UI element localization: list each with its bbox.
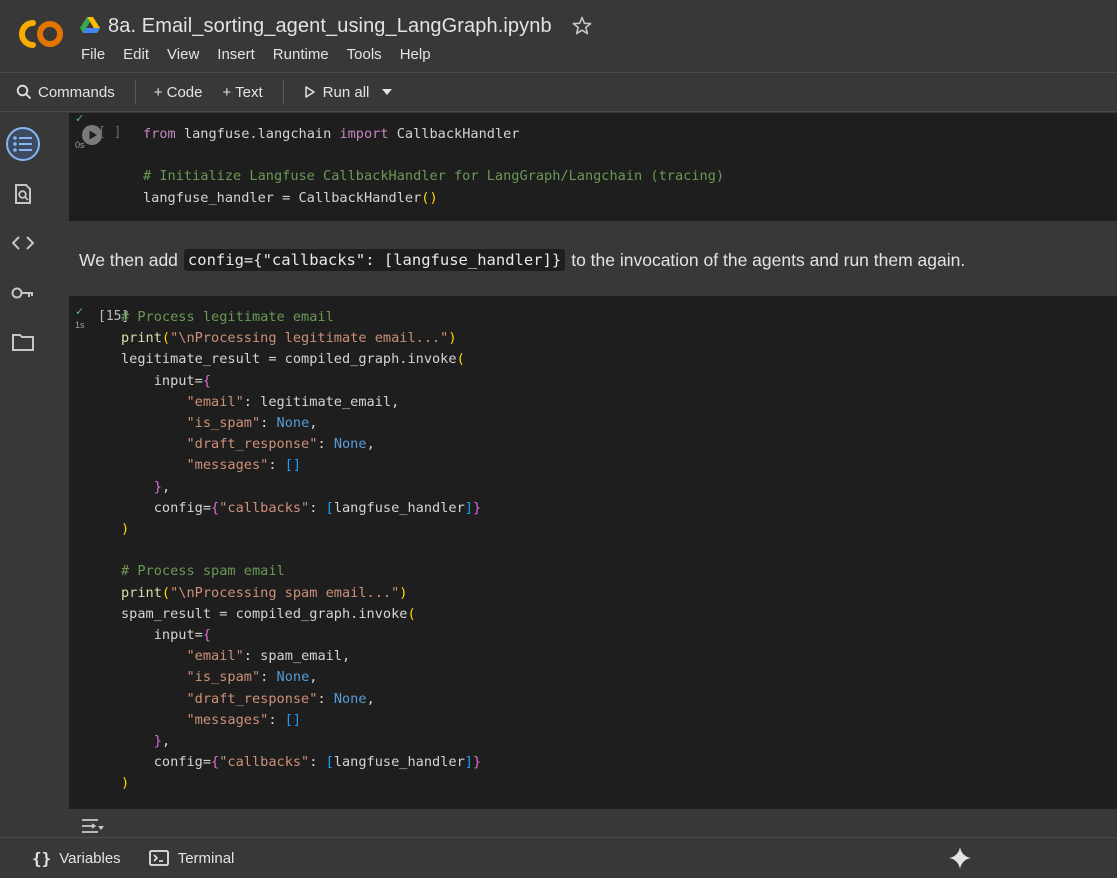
code-cell[interactable]: ✓ 0s [ ] from langfuse.langchain import … [69,113,1117,221]
add-text-label: + Text [222,83,263,101]
run-all-label: Run all [322,83,370,101]
code-editor[interactable]: # Process legitimate email print("\nProc… [121,307,481,795]
notebook-area: ✓ 0s [ ] from langfuse.langchain import … [46,113,1117,837]
play-icon [304,86,315,98]
execution-count: [ ] [98,125,122,140]
terminal-button[interactable]: Terminal [148,849,235,867]
menu-tools[interactable]: Tools [347,46,382,63]
notebook-title[interactable]: 8a. Email_sorting_agent_using_LangGraph.… [108,15,552,38]
text-before: We then add [79,249,178,270]
success-check-icon: ✓ [75,113,85,125]
key-icon [11,287,33,299]
terminal-label: Terminal [177,849,235,867]
folder-icon [12,334,34,351]
secrets-button[interactable] [6,276,40,310]
code-brackets-icon [12,236,34,250]
menu-bar: File Edit View Insert Runtime Tools Help [81,46,449,63]
table-of-contents-button[interactable] [6,127,40,161]
toolbar-divider [134,80,136,104]
commands-label: Commands [38,83,115,101]
menu-view[interactable]: View [167,46,199,63]
text-after: to the invocation of the agents and run … [571,249,966,270]
caret-down-icon [382,89,393,95]
find-in-page-icon [15,184,31,204]
code-snippets-button[interactable] [6,226,40,260]
status-bar: {} Variables Terminal [0,837,1117,878]
output-toggle-icon[interactable] [80,816,104,836]
header: 8a. Email_sorting_agent_using_LangGraph.… [0,0,1117,72]
menu-file[interactable]: File [81,46,105,63]
left-rail [0,113,46,837]
menu-insert[interactable]: Insert [217,46,255,63]
toolbar-divider [282,80,284,104]
gemini-sparkle-icon[interactable] [949,847,971,869]
menu-edit[interactable]: Edit [123,46,149,63]
run-all-button[interactable]: Run all [304,83,370,101]
code-editor[interactable]: from langfuse.langchain import CallbackH… [143,124,724,209]
code-cell[interactable]: ✓ 1s [15] # Process legitimate email pri… [69,296,1117,809]
list-icon [13,136,32,152]
add-code-button[interactable]: + Code [154,84,203,101]
success-check-icon: ✓ [75,306,85,318]
terminal-icon [148,850,169,866]
files-button[interactable] [6,325,40,359]
find-replace-button[interactable] [6,177,40,211]
variables-label: Variables [59,849,121,867]
search-icon [16,84,32,100]
variables-icon: {} [32,848,52,868]
colab-logo[interactable] [15,19,65,49]
google-drive-icon[interactable] [80,17,100,35]
text-cell[interactable]: We then add config={"callbacks": [langfu… [69,228,1117,292]
add-text-button[interactable]: + Text [223,84,263,101]
run-all-dropdown[interactable] [381,88,393,96]
add-code-label: + Code [153,83,203,101]
execution-time: 1s [75,320,85,330]
inline-code: config={"callbacks": [langfuse_handler]} [183,249,566,271]
menu-runtime[interactable]: Runtime [273,46,329,63]
star-icon[interactable] [572,16,592,36]
menu-help[interactable]: Help [400,46,431,63]
variables-button[interactable]: {} Variables [32,849,121,868]
toolbar: Commands + Code + Text Run all [0,72,1117,112]
commands-button[interactable]: Commands [16,84,115,101]
